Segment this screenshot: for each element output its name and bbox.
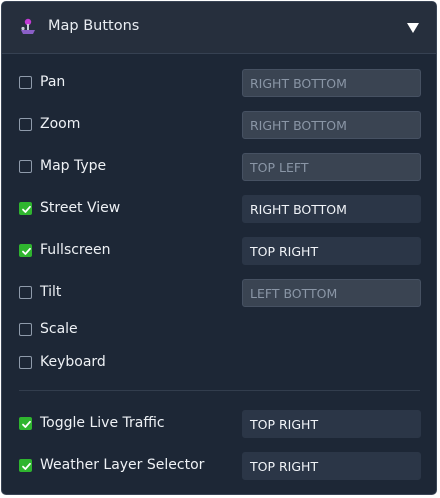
option-row-scale: Scale: [19, 316, 423, 344]
pan-label[interactable]: Pan: [40, 74, 65, 90]
option-row-tilt: Tilt LEFT BOTTOM: [19, 279, 423, 307]
option-row-street-view: Street View RIGHT BOTTOM: [19, 195, 423, 223]
weather-layer-selector-label[interactable]: Weather Layer Selector: [40, 457, 204, 473]
checkmark-icon: [22, 462, 31, 470]
fullscreen-checkbox[interactable]: [19, 244, 32, 257]
tilt-position-select[interactable]: LEFT BOTTOM: [242, 279, 421, 307]
fullscreen-position-select[interactable]: TOP RIGHT: [242, 237, 421, 265]
checkmark-icon: [22, 420, 31, 428]
map-buttons-panel: Map Buttons Pan RIGHT BOTTOM Zoom RIGHT BOT…: [1, 1, 437, 495]
map-type-checkbox[interactable]: [19, 160, 32, 173]
zoom-label[interactable]: Zoom: [40, 116, 80, 132]
option-row-weather-layer-selector: Weather Layer Selector TOP RIGHT: [19, 452, 423, 480]
option-row-zoom: Zoom RIGHT BOTTOM: [19, 111, 423, 139]
panel-header[interactable]: Map Buttons: [2, 2, 436, 54]
keyboard-checkbox[interactable]: [19, 356, 32, 369]
fullscreen-label[interactable]: Fullscreen: [40, 242, 110, 258]
map-type-position-select[interactable]: TOP LEFT: [242, 153, 421, 181]
zoom-position-select[interactable]: RIGHT BOTTOM: [242, 111, 421, 139]
tilt-label[interactable]: Tilt: [40, 284, 61, 300]
panel-title: Map Buttons: [48, 18, 140, 34]
map-type-label[interactable]: Map Type: [40, 158, 106, 174]
toggle-live-traffic-checkbox[interactable]: [19, 417, 32, 430]
option-row-pan: Pan RIGHT BOTTOM: [19, 69, 423, 97]
street-view-label[interactable]: Street View: [40, 200, 120, 216]
option-row-map-type: Map Type TOP LEFT: [19, 153, 423, 181]
toggle-live-traffic-position-select[interactable]: TOP RIGHT: [242, 410, 421, 438]
joystick-icon: [19, 17, 37, 37]
checkmark-icon: [22, 247, 31, 255]
pan-position-select[interactable]: RIGHT BOTTOM: [242, 69, 421, 97]
option-row-fullscreen: Fullscreen TOP RIGHT: [19, 237, 423, 265]
option-row-keyboard: Keyboard: [19, 349, 423, 377]
scale-checkbox[interactable]: [19, 323, 32, 336]
triangle-down-icon[interactable]: [403, 17, 423, 37]
zoom-checkbox[interactable]: [19, 118, 32, 131]
weather-layer-selector-checkbox[interactable]: [19, 459, 32, 472]
section-divider: [19, 390, 420, 391]
tilt-checkbox[interactable]: [19, 286, 32, 299]
weather-layer-selector-position-select[interactable]: TOP RIGHT: [242, 452, 421, 480]
checkmark-icon: [22, 205, 31, 213]
scale-label[interactable]: Scale: [40, 321, 78, 337]
toggle-live-traffic-label[interactable]: Toggle Live Traffic: [40, 415, 165, 431]
street-view-position-select[interactable]: RIGHT BOTTOM: [242, 195, 421, 223]
keyboard-label[interactable]: Keyboard: [40, 354, 106, 370]
street-view-checkbox[interactable]: [19, 202, 32, 215]
pan-checkbox[interactable]: [19, 76, 32, 89]
option-row-toggle-live-traffic: Toggle Live Traffic TOP RIGHT: [19, 410, 423, 438]
